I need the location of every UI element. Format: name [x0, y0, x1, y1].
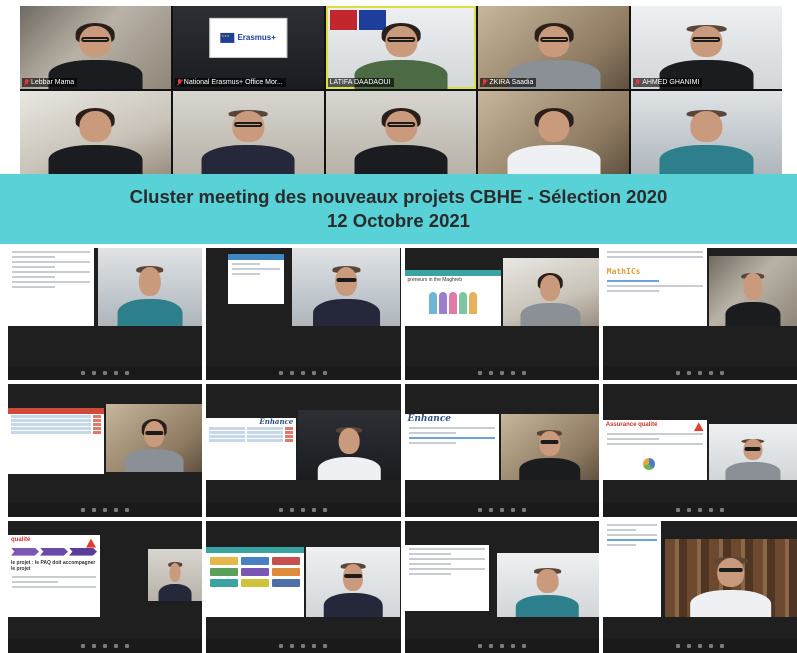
speaker-video [106, 404, 202, 473]
shared-slide [404, 544, 489, 611]
shared-slide: preneurs in the Maghreb [404, 270, 501, 326]
silhouettes-image [405, 288, 501, 314]
participant-video [515, 566, 580, 617]
mic-muted-icon [177, 79, 182, 86]
shared-slide [206, 546, 305, 617]
participant-video [324, 560, 383, 617]
meeting-screenshot [602, 520, 797, 653]
speaker-video [664, 538, 797, 617]
banner-date: 12 Octobre 2021 [327, 210, 470, 231]
meeting-toolbar [8, 366, 203, 381]
meeting-toolbar [8, 502, 203, 517]
meeting-screenshot: Enhance [404, 384, 599, 517]
speaker-video [708, 424, 797, 481]
meeting-screenshot [206, 248, 401, 381]
meeting-screenshot [404, 520, 599, 653]
meeting-screenshot [8, 384, 203, 517]
speaker-video [306, 546, 401, 617]
meeting-toolbar [602, 638, 797, 653]
participant-tile[interactable]: Lebbar Mama [20, 6, 171, 89]
participant-video [48, 107, 143, 174]
meeting-toolbar [8, 638, 203, 653]
participant-video [124, 418, 184, 473]
speaker-video [502, 258, 599, 326]
meeting-toolbar [602, 502, 797, 517]
participant-tile-active-speaker[interactable]: LATIFA DAADAOUI [325, 6, 477, 89]
mic-muted-icon [635, 79, 640, 86]
erasmus-logo: Erasmus+ [209, 17, 287, 58]
participant-name-label: AHMED GHANIMI [633, 78, 703, 87]
meeting-screenshot [8, 248, 203, 381]
shared-slide: MathICs [602, 248, 707, 326]
speaker-video [496, 552, 599, 617]
participant-video [689, 554, 772, 617]
process-arrows [11, 547, 97, 556]
slide-table [206, 427, 296, 443]
participant-tile[interactable] [172, 91, 324, 174]
shared-slide: Enhance [206, 418, 297, 481]
shared-slide: Enhance [404, 414, 499, 481]
shared-slide [228, 254, 285, 304]
meeting-toolbar [404, 638, 599, 653]
participant-video [520, 272, 581, 326]
title-banner: Cluster meeting des nouveaux projets CBH… [0, 174, 797, 244]
participant-video [317, 424, 381, 481]
pie-chart-icon [642, 458, 655, 471]
participant-video [158, 560, 192, 601]
meeting-toolbar [602, 366, 797, 381]
mic-muted-icon [482, 79, 487, 86]
meeting-screenshot: Enhance [206, 384, 401, 517]
participant-tile[interactable] [325, 91, 477, 174]
partner-logos [206, 553, 304, 591]
shared-slide [8, 408, 104, 475]
participant-video [507, 107, 601, 174]
meeting-screenshot [206, 520, 401, 653]
speaker-video [292, 248, 401, 326]
meeting-toolbar [206, 366, 401, 381]
participant-name-label: National Erasmus+ Office Mor... [174, 78, 286, 87]
speaker-video [708, 256, 797, 326]
participant-tile[interactable]: ZKIRA Saadia [478, 6, 630, 89]
eu-flag-icon [220, 32, 235, 43]
participant-video [312, 263, 380, 326]
participant-tile[interactable]: AHMED GHANIMI [631, 6, 782, 89]
participant-tile[interactable]: Erasmus+ National Erasmus+ Office Mor... [172, 6, 324, 89]
participant-video [659, 107, 754, 174]
meeting-screenshot: qualité le projet : le PAQ doit accompag… [8, 520, 203, 653]
mic-muted-icon [24, 79, 29, 86]
meeting-toolbar [206, 638, 401, 653]
speaker-video [98, 248, 202, 326]
slide-table [8, 415, 104, 435]
participant-name-label: Lebbar Mama [22, 78, 78, 87]
participant-tile[interactable] [20, 91, 171, 174]
banner-title: Cluster meeting des nouveaux projets CBH… [129, 186, 668, 207]
meeting-collage: Lebbar Mama Erasmus+ National Erasmus+ O… [0, 0, 797, 653]
participant-video [354, 107, 448, 174]
shared-slide [602, 520, 661, 617]
speaker-video [298, 410, 401, 481]
meeting-screenshot: Assurance qualité [602, 384, 797, 517]
participant-name-label: LATIFA DAADAOUI [327, 78, 394, 87]
participant-video [201, 107, 295, 174]
participant-name-label: ZKIRA Saadia [480, 78, 537, 87]
shared-slide [8, 248, 94, 326]
meeting-toolbar [206, 502, 401, 517]
meeting-screenshot: MathICs [602, 248, 797, 381]
meeting-screenshot: preneurs in the Maghreb [404, 248, 599, 381]
shared-slide: qualité le projet : le PAQ doit accompag… [8, 534, 100, 617]
participant-video [725, 436, 781, 481]
participant-grid: Lebbar Mama Erasmus+ National Erasmus+ O… [20, 6, 782, 174]
participant-video [117, 263, 183, 326]
shared-slide: Assurance qualité [602, 420, 707, 481]
participant-video [725, 270, 781, 326]
meeting-toolbar [404, 502, 599, 517]
meeting-toolbar [404, 366, 599, 381]
speaker-video [148, 548, 202, 601]
screenshot-grid: preneurs in the Maghreb MathICs Enhance … [8, 248, 797, 653]
speaker-video [500, 414, 599, 481]
participant-video [519, 428, 580, 481]
participant-tile[interactable] [631, 91, 782, 174]
participant-tile[interactable] [478, 91, 630, 174]
